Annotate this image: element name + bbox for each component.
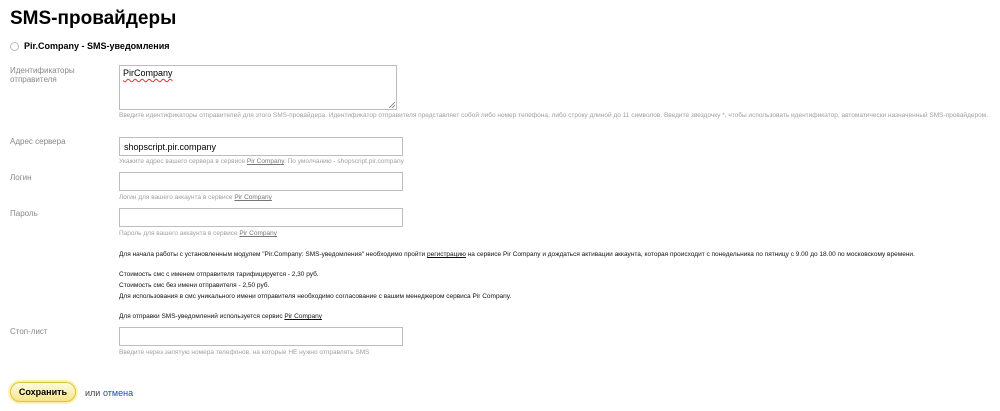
- save-button[interactable]: Сохранить: [10, 382, 76, 402]
- login-label: Логин: [10, 173, 32, 182]
- provider-option[interactable]: Pir.Company - SMS-уведомления: [10, 41, 170, 51]
- server-hint: Укажите адрес вашего сервера в сервисе P…: [119, 157, 989, 166]
- server-hint-suffix: . По умолчанию - shopscript.pir.company: [284, 158, 404, 165]
- sender-ids-label: Идентификаторы отправителя: [10, 66, 75, 84]
- info-registration-suffix: на сервисе Pir Company и дождаться актив…: [467, 251, 915, 258]
- password-hint: Пароль для вашего аккаунта в сервисе Pir…: [119, 229, 989, 238]
- info-registration-text: Для начала работы с установленным модуле…: [119, 251, 426, 258]
- info-unique-name: Для использования в смс уникального имен…: [119, 293, 512, 300]
- login-input[interactable]: [119, 172, 403, 191]
- info-service: Для отправки SMS-уведомлений используетс…: [119, 312, 322, 322]
- info-registration: Для начала работы с установленным модуле…: [119, 250, 915, 260]
- sender-ids-value: PirCompany: [123, 68, 173, 78]
- radio-icon[interactable]: [10, 41, 19, 51]
- sender-ids-hint: Введите идентификаторы отправителей для …: [119, 112, 988, 119]
- password-label: Пароль: [10, 209, 38, 218]
- password-hint-link[interactable]: Pir Company: [239, 230, 277, 237]
- password-hint-text: Пароль для вашего аккаунта в сервисе: [119, 230, 238, 237]
- server-input[interactable]: shopscript.pir.company: [119, 137, 403, 156]
- login-hint-link[interactable]: Pir Company: [234, 194, 272, 201]
- stoplist-input[interactable]: [119, 327, 403, 346]
- or-text: или: [85, 388, 101, 398]
- registration-link[interactable]: регистрацию: [427, 251, 466, 258]
- info-service-text: Для отправки SMS-уведомлений используетс…: [119, 313, 283, 320]
- server-hint-text: Укажите адрес вашего сервера в сервисе: [119, 158, 246, 165]
- cancel-link[interactable]: отмена: [103, 388, 133, 398]
- info-price-without-name: Стоимость смс без имени отправителя - 2,…: [119, 282, 270, 289]
- login-hint: Логин для вашего аккаунта в сервисе Pir …: [119, 193, 989, 202]
- sender-ids-textarea[interactable]: PirCompany: [119, 65, 397, 110]
- password-input[interactable]: [119, 208, 403, 227]
- server-hint-link[interactable]: Pir Company: [247, 158, 284, 165]
- info-price-with-name: Стоимость смс с именем отправителя тариф…: [119, 271, 319, 278]
- stoplist-label: Стоп-лист: [10, 327, 48, 336]
- stoplist-hint: Введите через запятую номера телефонов, …: [119, 349, 370, 356]
- server-label: Адрес сервера: [10, 137, 66, 146]
- resize-grip-icon[interactable]: [389, 102, 395, 108]
- service-link[interactable]: Pir Company: [284, 313, 322, 320]
- login-hint-text: Логин для вашего аккаунта в сервисе: [119, 194, 233, 201]
- provider-name: Pir.Company - SMS-уведомления: [24, 41, 170, 51]
- page-title: SMS-провайдеры: [10, 8, 177, 29]
